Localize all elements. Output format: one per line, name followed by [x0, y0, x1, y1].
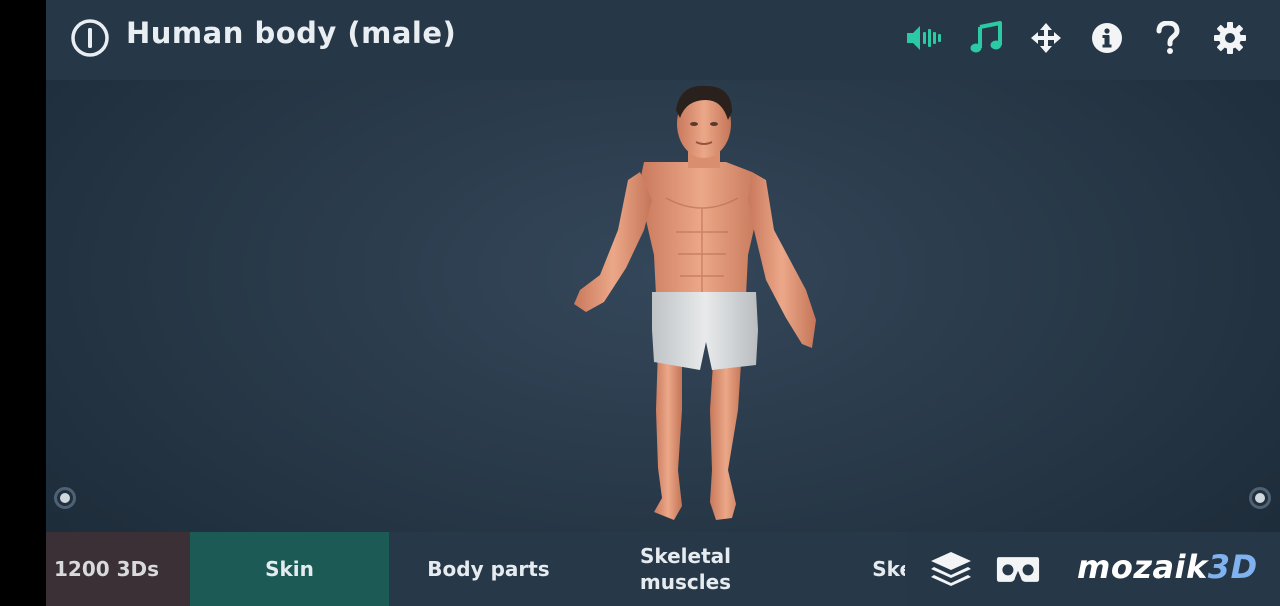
exit-button[interactable] — [70, 18, 110, 58]
vr-button[interactable] — [996, 549, 1040, 589]
brand-name: mozaik — [1077, 548, 1208, 586]
question-icon — [1156, 21, 1180, 54]
move-arrows-icon — [1031, 23, 1061, 53]
brand-accent: 3D — [1207, 548, 1258, 586]
tab-body-parts-label: Body parts — [427, 557, 550, 581]
layers-button[interactable] — [929, 549, 973, 589]
info-icon — [1092, 23, 1122, 53]
info-button[interactable] — [1087, 18, 1127, 58]
tab-skin-label: Skin — [265, 557, 314, 581]
tab-skeletal-muscles-label-line1: Skeletal — [639, 544, 732, 568]
sound-button[interactable] — [904, 18, 944, 58]
library-count-tab[interactable]: 1200 3Ds — [46, 532, 190, 606]
left-screen-edge — [0, 0, 46, 606]
bottom-bar: 1200 3Ds Skin Body parts Skeletal muscle… — [46, 532, 1280, 606]
speaker-icon — [907, 26, 941, 50]
app-window: Human body (male) 1200 3Ds Skin Body par… — [46, 0, 1280, 606]
tab-skeletal-muscles-label-line2: muscles — [639, 570, 732, 594]
right-rotate-handle[interactable] — [1249, 487, 1271, 509]
move-button[interactable] — [1026, 18, 1066, 58]
tab-body-parts[interactable]: Body parts — [389, 532, 588, 606]
bottom-right-panel: mozaik3D — [905, 532, 1280, 606]
gear-icon — [1214, 22, 1246, 54]
settings-button[interactable] — [1210, 18, 1250, 58]
brand-logo: mozaik3D — [1077, 548, 1258, 586]
music-note-icon — [970, 21, 1002, 53]
tab-skin[interactable]: Skin — [190, 532, 389, 606]
human-body-model[interactable] — [516, 80, 816, 532]
top-bar: Human body (male) — [46, 0, 1280, 80]
power-icon — [71, 19, 109, 57]
page-title: Human body (male) — [126, 16, 457, 50]
tab-skeletal-muscles[interactable]: Skeletal muscles — [588, 532, 783, 606]
layers-icon — [931, 552, 971, 586]
vr-headset-icon — [996, 557, 1040, 582]
left-rotate-handle[interactable] — [54, 487, 76, 509]
library-count-label: 1200 3Ds — [54, 557, 160, 581]
help-button[interactable] — [1148, 18, 1188, 58]
3d-viewport[interactable] — [46, 80, 1280, 532]
music-button[interactable] — [966, 18, 1006, 58]
